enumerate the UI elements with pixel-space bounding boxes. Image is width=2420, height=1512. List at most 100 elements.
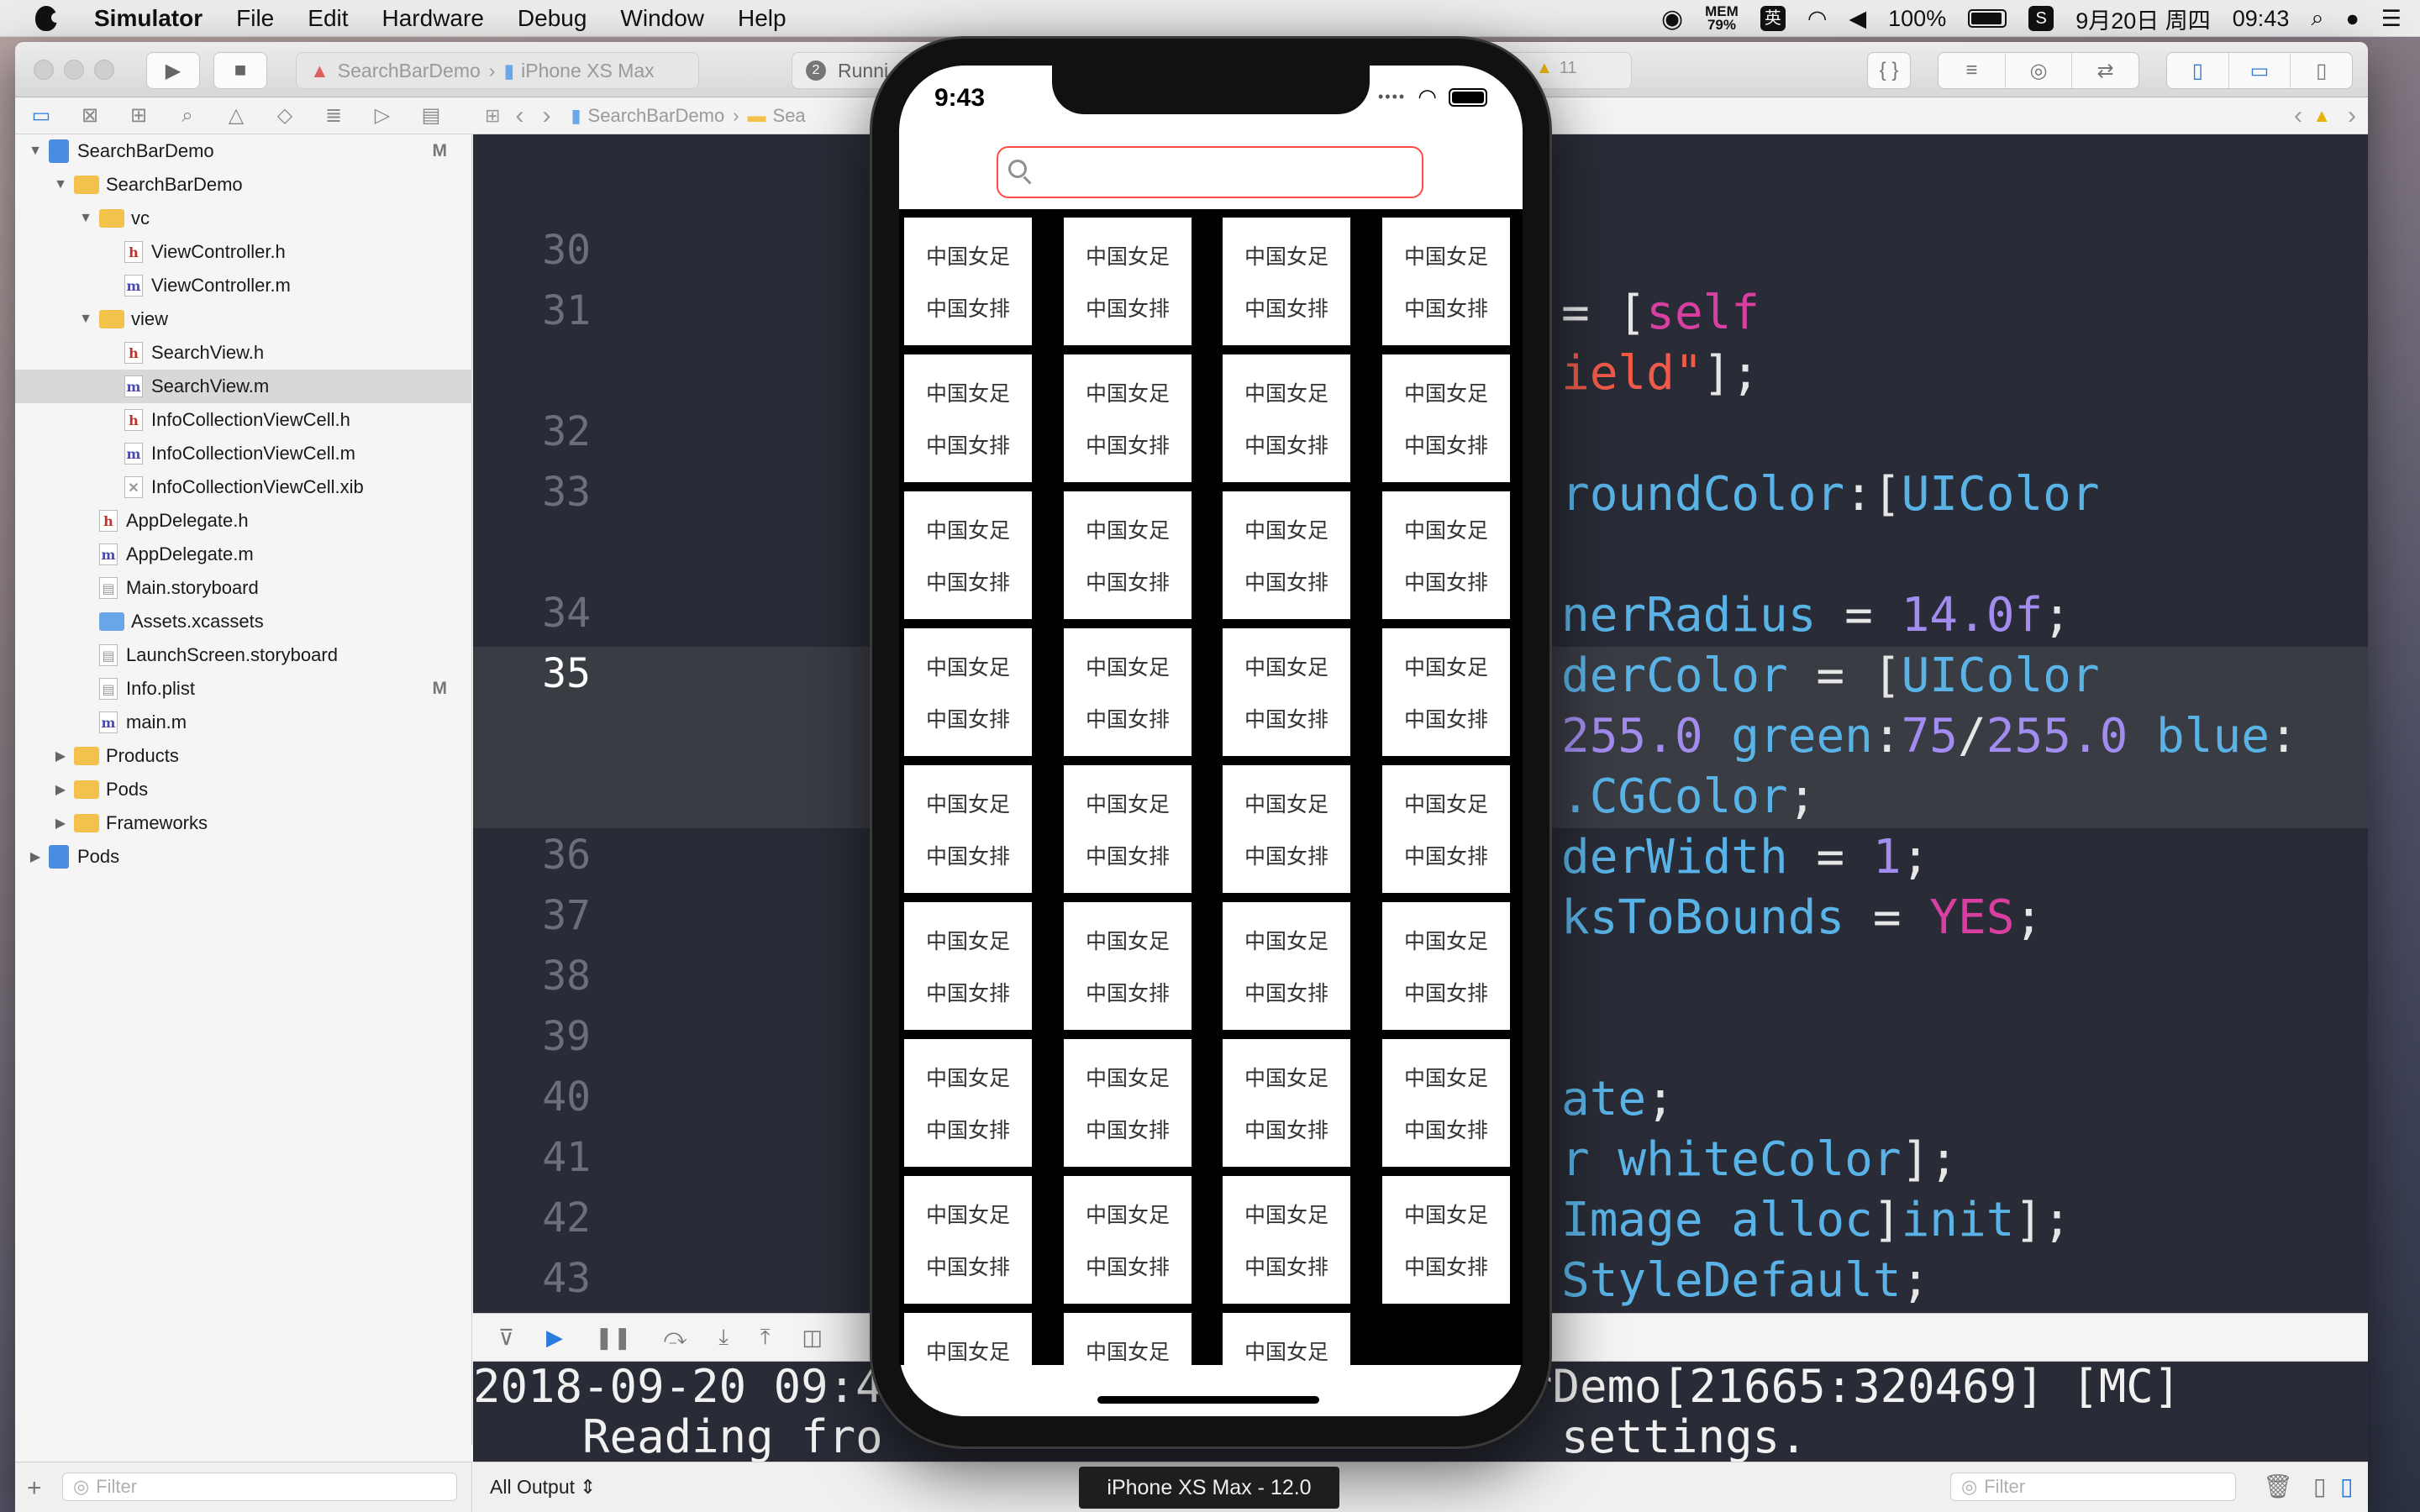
scheme-selector[interactable]: ▲ SearchBarDemo › ▮ iPhone XS Max	[296, 52, 699, 89]
navigator-row[interactable]: ▼ view	[15, 302, 472, 336]
navigator-row[interactable]: ▶ Frameworks	[15, 806, 472, 840]
breakpoint-navigator-icon[interactable]: ▷	[368, 103, 397, 129]
project-navigator-icon[interactable]: ▭	[27, 103, 55, 129]
apple-icon[interactable]	[35, 5, 61, 31]
jump-crumb-group[interactable]: Sea	[773, 105, 806, 127]
menu-debug[interactable]: Debug	[518, 5, 587, 32]
inspector-toggle-icon[interactable]: ▯	[2291, 53, 2352, 88]
step-out-icon[interactable]: ⤒	[760, 1324, 771, 1351]
add-icon[interactable]: +	[27, 1474, 42, 1503]
debug-navigator-icon[interactable]: ≣	[319, 103, 348, 129]
battery-percent[interactable]: 100%	[1888, 6, 1946, 32]
collection-cell[interactable]: 中国女足中国女排	[1064, 902, 1192, 1030]
run-button[interactable]: ▶	[146, 52, 200, 89]
collection-cell[interactable]: 中国女足中国女排	[1382, 1039, 1510, 1167]
collection-cell[interactable]: 中国女足中国女排	[1382, 354, 1510, 482]
collection-cell[interactable]: 中国女足中国女排	[904, 902, 1032, 1030]
siri-icon[interactable]: ●	[2345, 6, 2359, 32]
menu-hardware[interactable]: Hardware	[382, 5, 484, 32]
navigator-row[interactable]: m main.m	[15, 706, 472, 739]
collection-cell[interactable]: 中国女足中国女排	[1223, 1176, 1350, 1304]
navigator-row[interactable]: Assets.xcassets	[15, 605, 472, 638]
notification-center-icon[interactable]: ☰	[2381, 6, 2402, 32]
collection-cell[interactable]: 中国女足中国女排	[1223, 902, 1350, 1030]
spotlight-icon[interactable]: ⌕	[2311, 5, 2323, 32]
collection-cell[interactable]: 中国女足中国女排	[1382, 491, 1510, 619]
collection-cell[interactable]: 中国女足中国女排	[1223, 765, 1350, 893]
navigator-filter-input[interactable]: ◎ Filter	[62, 1473, 457, 1501]
forward-arrow-icon[interactable]: ›	[542, 102, 550, 130]
menu-clock[interactable]: 09:43	[2233, 6, 2290, 32]
collection-cell[interactable]: 中国女足中国女排	[1064, 491, 1192, 619]
library-button[interactable]: { }	[1867, 52, 1911, 89]
collection-cell[interactable]: 中国女足中国女排	[1064, 354, 1192, 482]
home-indicator[interactable]	[1097, 1396, 1319, 1404]
navigator-row[interactable]: ▤ Main.storyboard	[15, 571, 472, 605]
standard-editor-icon[interactable]: ≡	[1939, 53, 2006, 88]
collection-cell[interactable]: 中国女足中国女排	[1223, 628, 1350, 756]
hide-debug-area-icon[interactable]: ⊽	[498, 1325, 514, 1351]
search-text-field[interactable]	[997, 146, 1423, 198]
jump-crumb-project[interactable]: SearchBarDemo	[588, 105, 725, 127]
navigator-row[interactable]: ▤ LaunchScreen.storyboard	[15, 638, 472, 672]
navigator-row[interactable]: ▶ Pods	[15, 773, 472, 806]
disclosure-triangle-icon[interactable]: ▼	[77, 211, 94, 226]
collection-cell[interactable]: 中国女足中国女排	[904, 1176, 1032, 1304]
volume-icon[interactable]: ◀	[1849, 6, 1866, 32]
collection-cell[interactable]: 中国女足中国女排	[1223, 354, 1350, 482]
source-control-icon[interactable]: ⊠	[76, 103, 104, 129]
pause-icon[interactable]: ❚❚	[595, 1325, 632, 1351]
navigator-row[interactable]: ▤ Info.plist M	[15, 672, 472, 706]
version-editor-icon[interactable]: ⇄	[2072, 53, 2139, 88]
debug-area-toggle-icon[interactable]: ▭	[2229, 53, 2291, 88]
collection-cell[interactable]: 中国女足中国女排	[1382, 765, 1510, 893]
symbol-navigator-icon[interactable]: ⊞	[124, 103, 153, 129]
disclosure-triangle-icon[interactable]: ▶	[27, 848, 44, 865]
collection-cell[interactable]: 中国女足中国女排	[904, 1313, 1032, 1365]
navigator-row[interactable]: ✕ InfoCollectionViewCell.xib	[15, 470, 472, 504]
assistant-editor-icon[interactable]: ◎	[2006, 53, 2073, 88]
menu-date[interactable]: 9月20日 周四	[2075, 3, 2211, 35]
output-select[interactable]: All Output ⇕	[490, 1476, 596, 1499]
collection-cell[interactable]: 中国女足中国女排	[1382, 902, 1510, 1030]
collection-cell[interactable]: 中国女足中国女排	[1064, 765, 1192, 893]
menu-help[interactable]: Help	[738, 5, 786, 32]
chevron-left-icon[interactable]: ‹	[2294, 102, 2302, 130]
test-navigator-icon[interactable]: ◇	[271, 103, 299, 129]
breakpoints-toggle-icon[interactable]: ▶	[546, 1325, 563, 1351]
battery-icon[interactable]	[1968, 9, 2007, 28]
menu-edit[interactable]: Edit	[308, 5, 348, 32]
collection-cell[interactable]: 中国女足中国女排	[1223, 491, 1350, 619]
disclosure-triangle-icon[interactable]: ▼	[77, 312, 94, 327]
navigator-row[interactable]: h InfoCollectionViewCell.h	[15, 403, 472, 437]
menu-window[interactable]: Window	[620, 5, 704, 32]
navigator-row[interactable]: ▶ Products	[15, 739, 472, 773]
menu-app-simulator[interactable]: Simulator	[94, 5, 203, 32]
collection-cell[interactable]: 中国女足中国女排	[904, 1039, 1032, 1167]
collection-cell[interactable]: 中国女足中国女排	[1064, 1039, 1192, 1167]
disclosure-triangle-icon[interactable]: ▼	[52, 177, 69, 192]
collection-cell[interactable]: 中国女足中国女排	[904, 491, 1032, 619]
collection-cell[interactable]: 中国女足中国女排	[1382, 1176, 1510, 1304]
collection-cell[interactable]: 中国女足中国女排	[1064, 218, 1192, 345]
navigator-row[interactable]: ▼ SearchBarDemo M	[15, 134, 472, 168]
editor-mode-control[interactable]: ≡ ◎ ⇄	[1938, 52, 2139, 89]
collection-cell[interactable]: 中国女足中国女排	[1223, 1313, 1350, 1365]
warning-icon[interactable]: ▲	[2312, 105, 2331, 127]
collection-cell[interactable]: 中国女足中国女排	[904, 765, 1032, 893]
collection-cell[interactable]: 中国女足中国女排	[1223, 218, 1350, 345]
memory-status[interactable]: MEM 79%	[1705, 4, 1739, 32]
navigator-row[interactable]: m AppDelegate.m	[15, 538, 472, 571]
collection-cell[interactable]: 中国女足中国女排	[1064, 628, 1192, 756]
collection-cell[interactable]: 中国女足中国女排	[1223, 1039, 1350, 1167]
trash-icon[interactable]: 🗑	[2263, 1473, 2293, 1500]
stop-button[interactable]: ■	[213, 52, 267, 89]
console-view-toggle-icon[interactable]: ▯	[2340, 1473, 2353, 1500]
disclosure-triangle-icon[interactable]: ▼	[27, 144, 44, 159]
step-over-icon[interactable]: ⤼	[664, 1324, 687, 1351]
close-window-button[interactable]	[34, 60, 54, 80]
navigator-toggle-icon[interactable]: ▯	[2167, 53, 2229, 88]
view-debugger-icon[interactable]: ◫	[802, 1325, 823, 1351]
navigator-row[interactable]: m InfoCollectionViewCell.m	[15, 437, 472, 470]
collection-cell[interactable]: 中国女足中国女排	[1382, 218, 1510, 345]
